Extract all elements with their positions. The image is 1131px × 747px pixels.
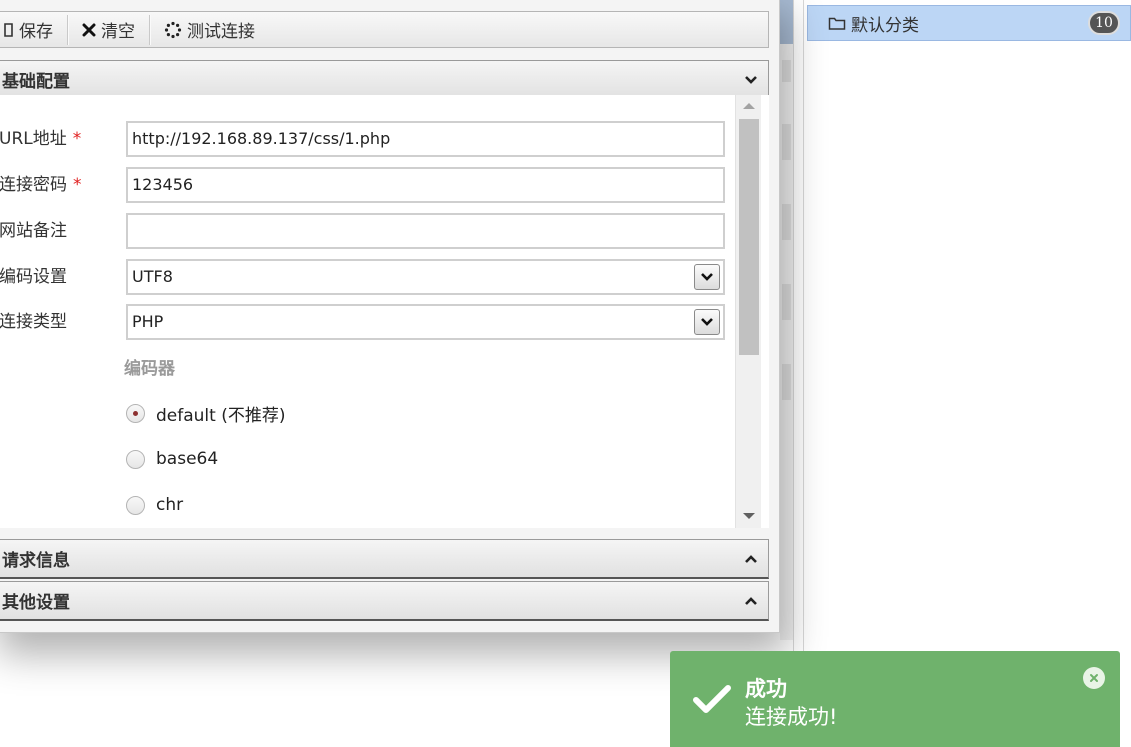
chevron-down-icon [744, 70, 758, 90]
save-label: 保存 [19, 22, 53, 42]
save-icon [4, 22, 14, 38]
radio-label: base64 [156, 449, 219, 469]
radio-button[interactable] [126, 403, 145, 423]
section-header-basic[interactable]: 基础配置 [0, 60, 769, 100]
scroll-up-icon[interactable] [743, 103, 755, 109]
encoding-row: 编码设置 UTF8 [0, 259, 739, 295]
type-row: 连接类型 PHP [0, 304, 739, 340]
save-button[interactable]: 保存 [0, 12, 67, 47]
required-mark: * [72, 129, 82, 149]
section-header-other[interactable]: 其他设置 [0, 581, 769, 621]
basic-config-panel: URL地址 * http://192.168.89.137/css/1.php 连… [0, 95, 769, 528]
chevron-down-icon[interactable] [694, 309, 720, 335]
required-mark: * [73, 175, 82, 195]
success-toast: 成功 连接成功! [670, 651, 1120, 747]
password-row: 连接密码 * 123456 [0, 167, 739, 203]
background-scrollbar[interactable] [780, 0, 793, 640]
scrollbar-thumb[interactable] [780, 0, 793, 44]
panel-divider [793, 0, 794, 747]
encoding-select[interactable]: UTF8 [126, 259, 725, 295]
note-row: 网站备注 [0, 213, 739, 249]
password-input[interactable]: 123456 [126, 167, 725, 203]
radio-button[interactable] [126, 495, 145, 515]
note-input[interactable] [126, 213, 725, 249]
encoder-option-default[interactable]: default (不推荐) [126, 401, 286, 426]
close-icon[interactable] [1083, 667, 1105, 689]
toast-message: 连接成功! [745, 705, 838, 729]
app-window: 默认分类 10 保存 清空 测试连接 基础配置 URL地址 * http://1… [0, 0, 1131, 747]
close-icon [82, 23, 96, 37]
chevron-down-icon[interactable] [694, 264, 720, 290]
test-connection-label: 测试连接 [187, 22, 255, 42]
toast-title: 成功 [745, 677, 787, 701]
scrollbar-thumb[interactable] [739, 119, 759, 355]
encoder-title: 编码器 [124, 359, 175, 379]
section-title: 请求信息 [2, 551, 70, 571]
encoder-option-chr[interactable]: chr [126, 493, 183, 517]
panel-scrollbar[interactable] [735, 95, 761, 528]
password-label: 连接密码 * [0, 175, 82, 195]
radio-label: chr [156, 495, 184, 515]
section-header-request[interactable]: 请求信息 [0, 539, 769, 579]
panel-divider [803, 0, 804, 747]
clear-label: 清空 [101, 22, 135, 42]
section-title: 其他设置 [2, 593, 70, 613]
encoder-option-base64[interactable]: base64 [126, 447, 218, 471]
note-label: 网站备注 [0, 221, 67, 241]
encoding-value: UTF8 [132, 267, 173, 286]
checkmark-icon [692, 683, 732, 720]
spinner-icon [164, 21, 182, 39]
chevron-up-icon [744, 549, 758, 569]
tree-item-label: 默认分类 [851, 15, 919, 36]
scroll-down-icon[interactable] [743, 513, 755, 519]
toolbar: 保存 清空 测试连接 [0, 11, 769, 48]
radio-label: default (不推荐) [156, 405, 286, 426]
type-select[interactable]: PHP [126, 304, 725, 340]
shell-config-dialog: 保存 清空 测试连接 基础配置 URL地址 * http://192.168.8… [0, 0, 780, 633]
type-label: 连接类型 [0, 312, 67, 332]
chevron-up-icon [744, 591, 758, 611]
encoding-label: 编码设置 [0, 267, 67, 287]
folder-icon [828, 15, 846, 31]
test-connection-button[interactable]: 测试连接 [150, 12, 269, 47]
type-value: PHP [132, 312, 164, 331]
url-label: URL地址 * [0, 129, 82, 149]
tree-item-default-category[interactable]: 默认分类 10 [807, 5, 1131, 41]
url-input[interactable]: http://192.168.89.137/css/1.php [126, 121, 725, 157]
section-title: 基础配置 [2, 72, 70, 92]
count-badge: 10 [1088, 11, 1120, 35]
radio-button[interactable] [126, 449, 145, 469]
clear-button[interactable]: 清空 [68, 12, 149, 47]
url-row: URL地址 * http://192.168.89.137/css/1.php [0, 121, 739, 157]
